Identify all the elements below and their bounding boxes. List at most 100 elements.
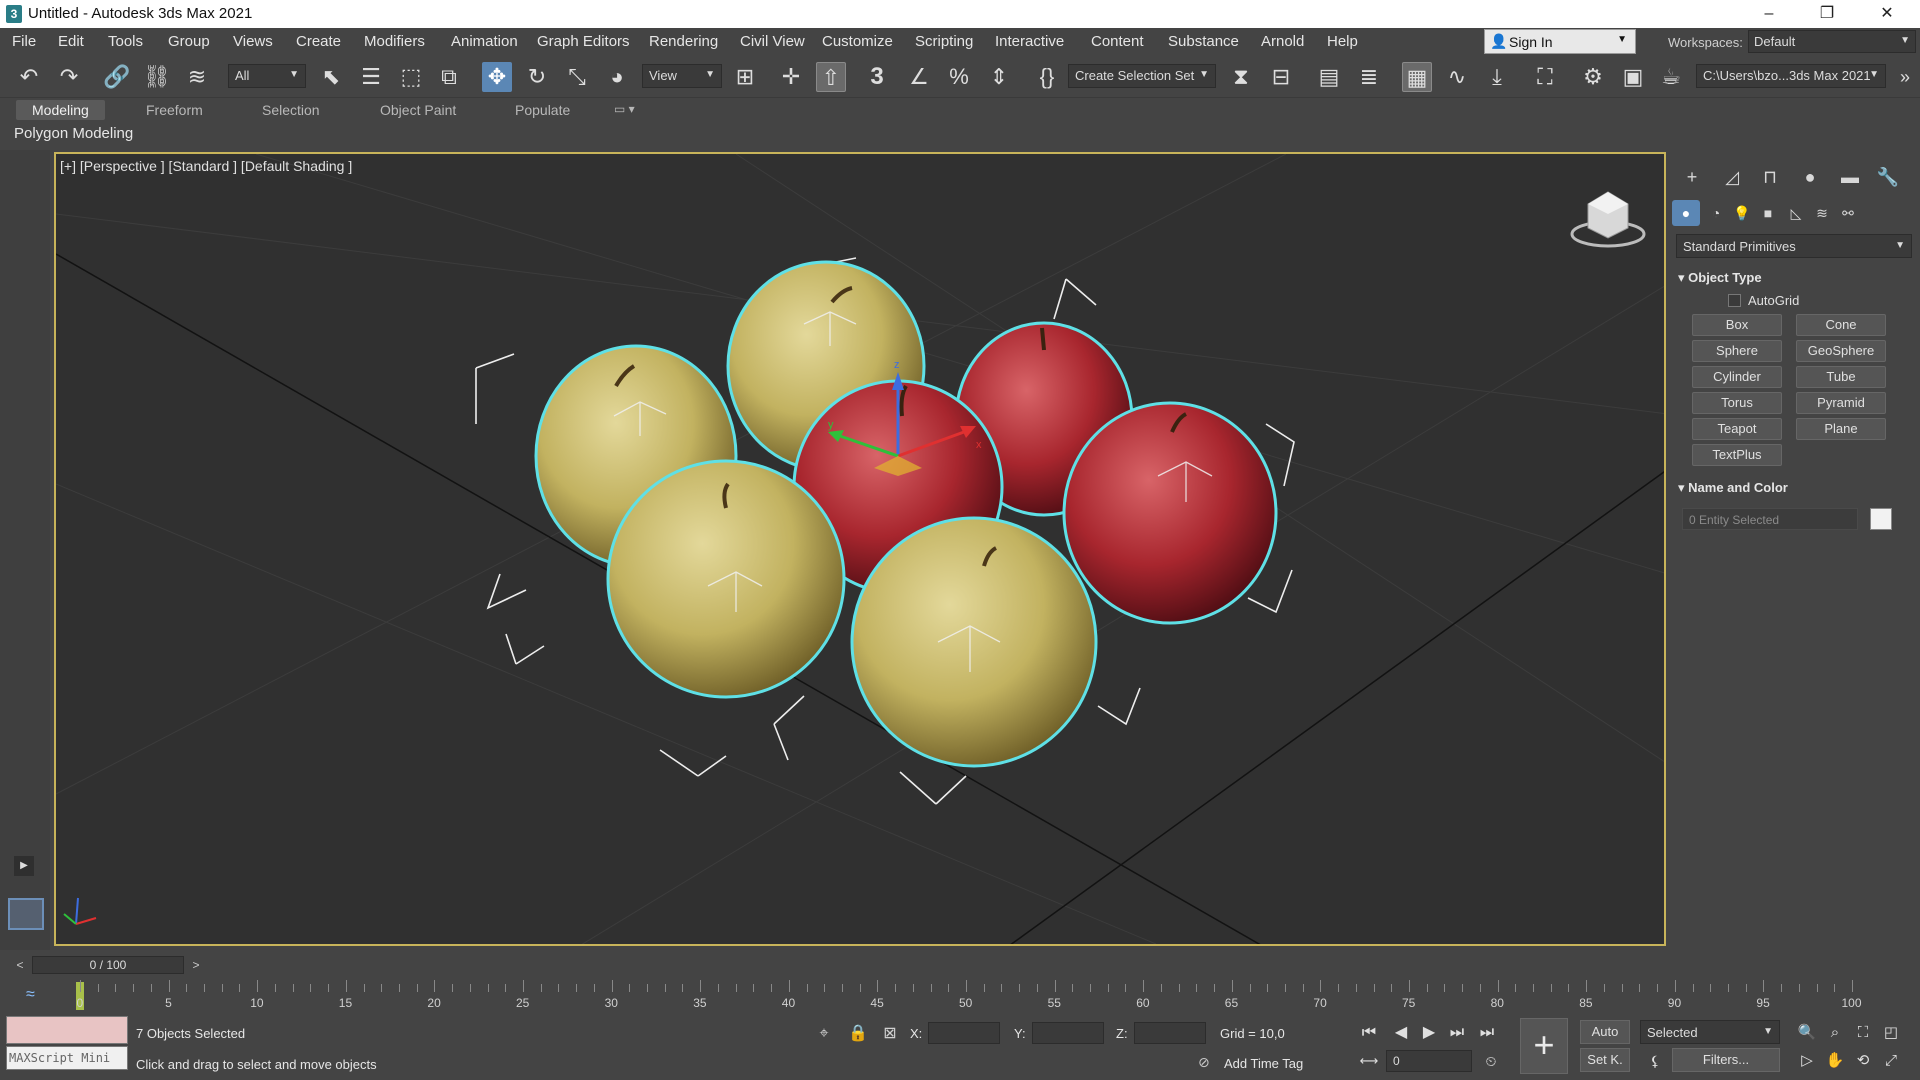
selection-filter-dropdown[interactable]: All ▼ [228, 64, 306, 88]
keyboard-shortcut-icon[interactable]: ⇧ [816, 62, 846, 92]
render-production-icon[interactable]: ☕ [1656, 62, 1686, 92]
go-to-end-icon[interactable]: ⏭ [1474, 1020, 1500, 1046]
z-coordinate-field[interactable] [1134, 1022, 1206, 1044]
undo-icon[interactable]: ↶ [14, 62, 44, 92]
play-icon[interactable]: ▶ [1416, 1020, 1442, 1046]
expand-layout-icon[interactable]: ▶ [14, 856, 34, 876]
render-setup-icon[interactable]: ⚙ [1578, 62, 1608, 92]
workspace-select[interactable]: Default ▼ [1748, 30, 1916, 53]
select-rotate-icon[interactable]: ↻ [522, 62, 552, 92]
object-color-swatch[interactable] [1870, 508, 1892, 530]
zoom-extents-icon[interactable]: ⛶ [1850, 1020, 1876, 1046]
apple-yellow-3[interactable] [606, 459, 846, 699]
edit-named-sets-icon[interactable]: {} [1032, 62, 1062, 92]
systems-icon[interactable]: ⚯ [1834, 200, 1862, 226]
key-filter-dropdown[interactable]: Selected ▼ [1640, 1020, 1780, 1044]
apple-red-2[interactable] [1062, 401, 1278, 625]
menu-create[interactable]: Create [296, 33, 341, 50]
menu-graph-editors[interactable]: Graph Editors [537, 33, 630, 50]
sign-in-button[interactable]: 👤 Sign In ▼ [1484, 29, 1636, 54]
maximize-button[interactable]: ❐ [1804, 0, 1850, 28]
menu-interactive[interactable]: Interactive [995, 33, 1064, 50]
object-type-rollout[interactable]: ▾ Object Type [1678, 270, 1762, 286]
modify-tab-icon[interactable]: ◿ [1718, 164, 1746, 190]
project-folder-dropdown[interactable]: C:\Users\bzo...3ds Max 2021 ▼ [1696, 64, 1886, 88]
minimize-button[interactable]: – [1746, 0, 1792, 28]
percent-snap-icon[interactable]: % [944, 62, 974, 92]
menu-tools[interactable]: Tools [108, 33, 143, 50]
mirror-icon[interactable]: ⧗ [1226, 62, 1256, 92]
zoom-all-icon[interactable]: ⌕ [1822, 1020, 1848, 1046]
sphere-button[interactable]: Sphere [1692, 340, 1782, 362]
tab-object-paint[interactable]: Object Paint [380, 102, 456, 118]
menu-substance[interactable]: Substance [1168, 33, 1239, 50]
perspective-viewport[interactable]: z x y [54, 152, 1666, 946]
motion-tab-icon[interactable]: ● [1796, 164, 1824, 190]
lights-icon[interactable]: 💡 [1728, 200, 1756, 226]
autogrid-checkbox[interactable] [1728, 294, 1741, 307]
menu-civil-view[interactable]: Civil View [740, 33, 805, 50]
primitive-type-dropdown[interactable]: Standard Primitives ▼ [1676, 234, 1912, 258]
menu-help[interactable]: Help [1327, 33, 1358, 50]
torus-button[interactable]: Torus [1692, 392, 1782, 414]
menu-content[interactable]: Content [1091, 33, 1144, 50]
display-tab-icon[interactable]: ▬ [1836, 164, 1864, 190]
select-place-icon[interactable]: ◕ [602, 62, 632, 92]
redo-icon[interactable]: ↷ [54, 62, 84, 92]
menu-views[interactable]: Views [233, 33, 273, 50]
menu-animation[interactable]: Animation [451, 33, 518, 50]
bind-space-warp-icon[interactable]: ≋ [182, 62, 212, 92]
current-frame-field[interactable]: 0 [1386, 1050, 1472, 1072]
shapes-icon[interactable]: ◔ [1702, 200, 1730, 226]
apple-yellow-4[interactable] [850, 516, 1098, 768]
toggle-ribbon-icon[interactable]: ▦ [1402, 62, 1432, 92]
maxscript-listener-output[interactable] [6, 1016, 128, 1044]
time-configuration-icon[interactable]: ⏲ [1478, 1048, 1504, 1074]
geometry-icon[interactable]: ● [1672, 200, 1700, 226]
menu-edit[interactable]: Edit [58, 33, 84, 50]
time-prev-icon[interactable]: < [12, 956, 28, 974]
zoom-extents-all-icon[interactable]: ◰ [1878, 1020, 1904, 1046]
rect-region-icon[interactable]: ⬚ [396, 62, 426, 92]
snaps-toggle-icon[interactable]: 3 [862, 62, 892, 92]
menu-customize[interactable]: Customize [822, 33, 893, 50]
layers-icon[interactable]: ≣ [1354, 62, 1384, 92]
cameras-icon[interactable]: ■ [1754, 200, 1782, 226]
time-next-icon[interactable]: > [188, 956, 204, 974]
x-coordinate-field[interactable] [928, 1022, 1000, 1044]
set-key-button[interactable]: Set K. [1580, 1048, 1630, 1072]
absolute-mode-icon[interactable]: ⊠ [878, 1022, 902, 1046]
isolate-selection-icon[interactable]: ⌖ [812, 1022, 836, 1046]
layer-explorer-icon[interactable]: ▤ [1314, 62, 1344, 92]
orbit-icon[interactable]: ⟲ [1850, 1048, 1876, 1074]
pyramid-button[interactable]: Pyramid [1796, 392, 1886, 414]
toolbar-overflow-icon[interactable]: » [1890, 62, 1920, 92]
maximize-viewport-icon[interactable]: ⤢ [1878, 1048, 1904, 1074]
set-key-icon[interactable]: + [1520, 1018, 1568, 1074]
tab-selection[interactable]: Selection [262, 102, 320, 118]
add-time-tag-button[interactable]: Add Time Tag [1224, 1056, 1303, 1071]
viewport-layout-thumbnail[interactable] [8, 898, 44, 930]
select-manipulate-icon[interactable]: ✛ [776, 62, 806, 92]
rendered-frame-icon[interactable]: ▣ [1618, 62, 1648, 92]
menu-file[interactable]: File [12, 33, 36, 50]
y-coordinate-field[interactable] [1032, 1022, 1104, 1044]
name-color-rollout[interactable]: ▾ Name and Color [1678, 480, 1788, 496]
menu-modifiers[interactable]: Modifiers [364, 33, 425, 50]
menu-scripting[interactable]: Scripting [915, 33, 973, 50]
utilities-tab-icon[interactable]: 🔧 [1874, 164, 1902, 190]
spinner-snap-icon[interactable]: ⇕ [984, 62, 1014, 92]
key-mode-toggle-icon[interactable]: ⟷ [1356, 1048, 1382, 1074]
box-button[interactable]: Box [1692, 314, 1782, 336]
hierarchy-tab-icon[interactable]: ⊓ [1756, 164, 1784, 190]
tab-populate[interactable]: Populate [515, 102, 570, 118]
curve-editor-icon[interactable]: ∿ [1442, 62, 1472, 92]
helpers-icon[interactable]: ◺ [1782, 200, 1810, 226]
pan-view-icon[interactable]: ✋ [1822, 1048, 1848, 1074]
menu-arnold[interactable]: Arnold [1261, 33, 1304, 50]
cylinder-button[interactable]: Cylinder [1692, 366, 1782, 388]
time-slider-handle[interactable]: 0 / 100 [32, 956, 184, 974]
go-to-start-icon[interactable]: ⏮ [1356, 1020, 1382, 1046]
cone-button[interactable]: Cone [1796, 314, 1886, 336]
select-object-icon[interactable]: ⬉ [316, 62, 346, 92]
